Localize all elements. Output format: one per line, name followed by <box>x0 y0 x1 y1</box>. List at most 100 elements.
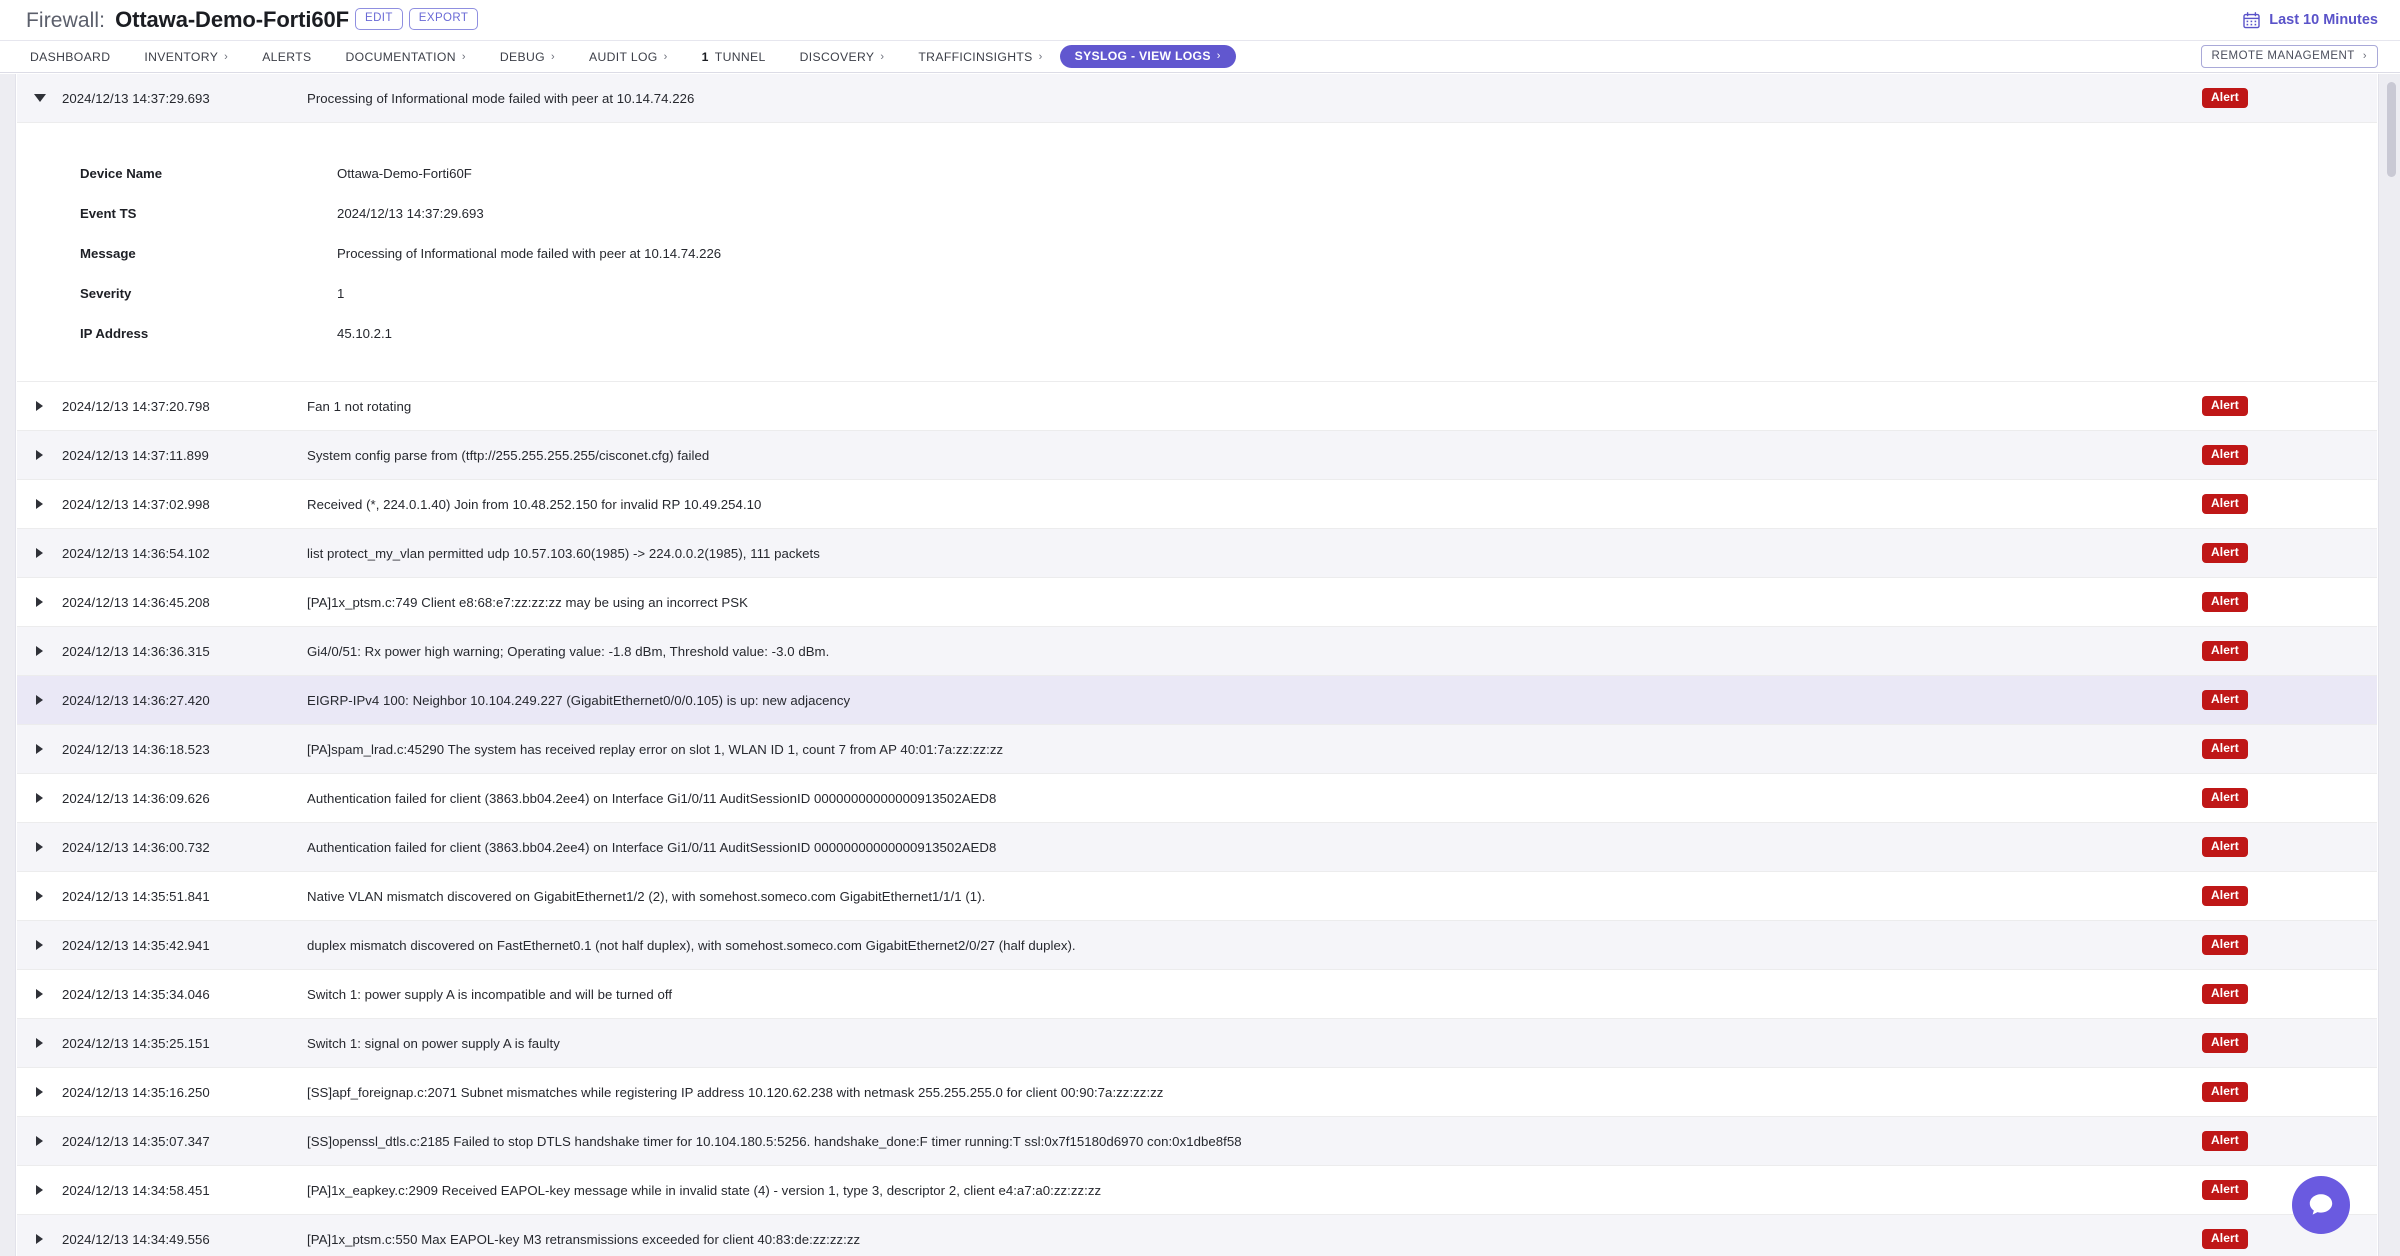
detail-row: Message Processing of Informational mode … <box>17 233 2377 273</box>
row-expand-toggle[interactable] <box>17 695 62 705</box>
log-timestamp: 2024/12/13 14:35:25.151 <box>62 1035 210 1051</box>
table-row[interactable]: 2024/12/13 14:36:09.626 Authentication fa… <box>17 774 2377 823</box>
detail-row: IP Address 45.10.2.1 <box>17 313 2377 353</box>
row-expand-toggle[interactable] <box>17 94 62 102</box>
nav-item-dashboard[interactable]: DASHBOARD <box>22 45 127 69</box>
row-expand-toggle[interactable] <box>17 450 62 460</box>
row-expand-toggle[interactable] <box>17 891 62 901</box>
log-timestamp: 2024/12/13 14:35:07.347 <box>62 1133 210 1149</box>
row-expand-toggle[interactable] <box>17 548 62 558</box>
row-expand-toggle[interactable] <box>17 793 62 803</box>
status-badge: Alert <box>2202 1130 2248 1152</box>
remote-management-button[interactable]: REMOTE MANAGEMENT › <box>2200 45 2378 68</box>
row-expand-toggle[interactable] <box>17 597 62 607</box>
log-message: Fan 1 not rotating <box>307 398 412 414</box>
table-row[interactable]: 2024/12/13 14:37:11.899 System config par… <box>17 431 2377 480</box>
status-badge: Alert <box>2202 1032 2248 1054</box>
log-table: 2024/12/13 14:37:29.693 Processing of Inf… <box>17 74 2377 1256</box>
row-expand-toggle[interactable] <box>17 646 62 656</box>
nav-item-label: DEBUG <box>499 49 545 64</box>
log-message: duplex mismatch discovered on FastEthern… <box>307 937 1076 953</box>
table-row[interactable]: 2024/12/13 14:35:42.941 duplex mismatch d… <box>17 921 2377 970</box>
nav-item-tunnel[interactable]: 1 TUNNEL <box>685 45 783 69</box>
table-row[interactable]: 2024/12/13 14:34:49.556 [PA]1x_ptsm.c:550… <box>17 1215 2377 1256</box>
calendar-icon <box>2243 11 2260 29</box>
chevron-right-icon <box>36 597 43 607</box>
detail-field-label: Event TS <box>80 205 137 221</box>
table-row[interactable]: 2024/12/13 14:35:34.046 Switch 1: power s… <box>17 970 2377 1019</box>
log-message: Authentication failed for client (3863.b… <box>307 790 997 806</box>
detail-field-value: 45.10.2.1 <box>337 325 392 341</box>
detail-row: Event TS 2024/12/13 14:37:29.693 <box>17 193 2377 233</box>
table-row[interactable]: 2024/12/13 14:35:07.347 [SS]openssl_dtls.… <box>17 1117 2377 1166</box>
log-timestamp: 2024/12/13 14:36:45.208 <box>62 594 210 610</box>
table-row[interactable]: 2024/12/13 14:35:16.250 [SS]apf_foreignap… <box>17 1068 2377 1117</box>
export-button[interactable]: EXPORT <box>408 7 479 31</box>
table-row[interactable]: 2024/12/13 14:37:20.798 Fan 1 not rotatin… <box>17 382 2377 431</box>
log-message: [PA]spam_lrad.c:45290 The system has rec… <box>307 741 1004 757</box>
nav-item-label: DASHBOARD <box>30 49 111 64</box>
log-message: Processing of Informational mode failed … <box>307 90 695 106</box>
table-row[interactable]: 2024/12/13 14:35:51.841 Native VLAN misma… <box>17 872 2377 921</box>
table-row[interactable]: 2024/12/13 14:35:25.151 Switch 1: signal … <box>17 1019 2377 1068</box>
row-expand-toggle[interactable] <box>17 401 62 411</box>
nav-item-inventory[interactable]: INVENTORY › <box>127 45 245 69</box>
row-expand-toggle[interactable] <box>17 1136 62 1146</box>
nav-item-debug[interactable]: DEBUG › <box>483 45 572 69</box>
log-severity-cell: Alert <box>2202 1179 2377 1201</box>
table-row[interactable]: 2024/12/13 14:37:02.998 Received (*, 224.… <box>17 480 2377 529</box>
nav-item-syslog-view-logs[interactable]: SYSLOG - VIEW LOGS › <box>1059 45 1236 68</box>
table-row[interactable]: 2024/12/13 14:34:58.451 [PA]1x_eapkey.c:2… <box>17 1166 2377 1215</box>
row-expand-toggle[interactable] <box>17 989 62 999</box>
table-row[interactable]: 2024/12/13 14:36:00.732 Authentication fa… <box>17 823 2377 872</box>
chevron-right-icon <box>36 842 43 852</box>
row-expand-toggle[interactable] <box>17 1234 62 1244</box>
chevron-right-icon <box>36 548 43 558</box>
log-severity-cell: Alert <box>2202 395 2377 417</box>
row-expand-toggle[interactable] <box>17 1185 62 1195</box>
log-message: [SS]apf_foreignap.c:2071 Subnet mismatch… <box>307 1084 1164 1100</box>
chat-widget-button[interactable] <box>2292 1176 2350 1234</box>
nav-item-alerts[interactable]: ALERTS <box>245 45 328 69</box>
chevron-right-icon: › <box>461 50 466 63</box>
time-range-selector[interactable]: Last 10 Minutes <box>2243 11 2378 29</box>
syslog-view: 2024/12/13 14:37:29.693 Processing of Inf… <box>0 74 2400 1256</box>
log-severity-cell: Alert <box>2202 934 2377 956</box>
log-severity-cell: Alert <box>2202 1130 2377 1152</box>
table-row[interactable]: 2024/12/13 14:36:27.420 EIGRP-IPv4 100: N… <box>17 676 2377 725</box>
nav-item-discovery[interactable]: DISCOVERY › <box>783 45 902 69</box>
nav-item-audit-log[interactable]: AUDIT LOG › <box>572 45 685 69</box>
nav-item-documentation[interactable]: DOCUMENTATION › <box>328 45 482 69</box>
row-expand-toggle[interactable] <box>17 842 62 852</box>
status-badge: Alert <box>2202 542 2248 564</box>
row-expand-toggle[interactable] <box>17 940 62 950</box>
chevron-right-icon: › <box>551 50 556 63</box>
chat-bubble-icon <box>2304 1188 2338 1222</box>
row-expand-toggle[interactable] <box>17 744 62 754</box>
table-row[interactable]: 2024/12/13 14:36:45.208 [PA]1x_ptsm.c:749… <box>17 578 2377 627</box>
table-row[interactable]: 2024/12/13 14:36:18.523 [PA]spam_lrad.c:4… <box>17 725 2377 774</box>
chevron-right-icon <box>36 891 43 901</box>
table-row[interactable]: 2024/12/13 14:36:54.102 list protect_my_v… <box>17 529 2377 578</box>
log-severity-cell: Alert <box>2202 444 2377 466</box>
log-severity-cell: Alert <box>2202 689 2377 711</box>
chevron-right-icon <box>36 1087 43 1097</box>
row-expand-toggle[interactable] <box>17 499 62 509</box>
log-message: Authentication failed for client (3863.b… <box>307 839 997 855</box>
status-badge: Alert <box>2202 591 2248 613</box>
status-badge: Alert <box>2202 87 2248 109</box>
table-row[interactable]: 2024/12/13 14:36:36.315 Gi4/0/51: Rx powe… <box>17 627 2377 676</box>
table-row[interactable]: 2024/12/13 14:37:29.693 Processing of Inf… <box>17 74 2377 123</box>
nav-item-list: DASHBOARD INVENTORY › ALERTS DOCUMENTATION › D… <box>22 45 1236 69</box>
row-expand-toggle[interactable] <box>17 1087 62 1097</box>
nav-item-trafficinsights[interactable]: TRAFFICINSIGHTS › <box>901 45 1059 69</box>
edit-button[interactable]: EDIT <box>355 7 403 31</box>
scrollbar-thumb[interactable] <box>2387 82 2396 177</box>
right-scrollbar[interactable] <box>2378 74 2400 1256</box>
log-message: [PA]1x_ptsm.c:749 Client e8:68:e7:zz:zz:… <box>307 594 748 610</box>
chevron-right-icon <box>36 744 43 754</box>
time-range-label: Last 10 Minutes <box>2269 12 2378 28</box>
row-expand-toggle[interactable] <box>17 1038 62 1048</box>
status-badge: Alert <box>2202 836 2248 858</box>
detail-field-value: Ottawa-Demo-Forti60F <box>337 165 472 181</box>
